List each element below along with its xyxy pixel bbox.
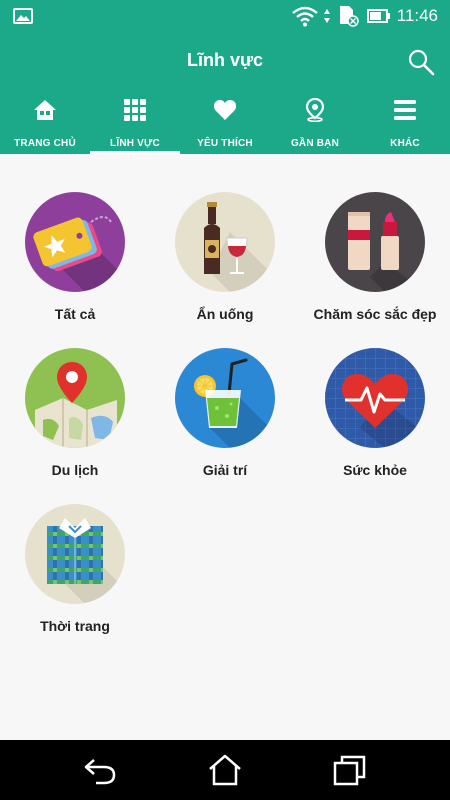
tags-icon (25, 192, 125, 292)
location-pin-icon (305, 98, 325, 122)
lipstick-icon (325, 192, 425, 292)
category-label: Tất cả (54, 306, 96, 322)
app-bar: Lĩnh vực (0, 32, 450, 90)
category-label: Ẩn uống (196, 306, 254, 322)
battery-icon (366, 9, 390, 23)
tab-nearby[interactable]: GẦN BẠN (270, 90, 360, 154)
wine-icon (175, 192, 275, 292)
tab-categories[interactable]: LĨNH VỰC (90, 90, 180, 154)
home-icon (34, 100, 56, 120)
category-label: Sức khỏe (343, 462, 407, 478)
gallery-notification-icon (13, 8, 33, 24)
tab-bar: TRANG CHỦ LĨNH VỰC YÊU THÍCH GẦN BẠN KHÁ… (0, 90, 450, 154)
category-label: Chăm sóc sắc đẹp (313, 306, 437, 322)
wifi-icon (291, 6, 318, 27)
map-pin-icon (25, 348, 125, 448)
tab-home[interactable]: TRANG CHỦ (0, 90, 90, 154)
category-label: Thời trang (40, 618, 110, 634)
recent-apps-icon[interactable] (332, 752, 368, 788)
home-nav-icon[interactable] (207, 752, 243, 788)
drink-icon (175, 348, 275, 448)
system-navigation-bar (0, 740, 450, 800)
tab-label: YÊU THÍCH (197, 138, 253, 149)
grid-icon (124, 99, 146, 121)
shirt-icon (25, 504, 125, 604)
status-bar: 11:46 (0, 0, 450, 32)
data-arrows-icon (323, 9, 330, 23)
category-label: Giải trí (202, 462, 248, 478)
search-icon[interactable] (406, 47, 436, 77)
tab-label: GẦN BẠN (290, 138, 340, 149)
status-time: 11:46 (396, 6, 438, 25)
back-icon[interactable] (82, 752, 118, 788)
category-label: Du lịch (51, 462, 99, 478)
tab-label: LĨNH VỰC (110, 138, 160, 149)
heart-icon (213, 100, 237, 120)
tab-label: TRANG CHỦ (14, 138, 76, 149)
page-title: Lĩnh vực (186, 50, 264, 70)
heartbeat-icon (325, 348, 425, 448)
sim-card-icon (339, 6, 359, 27)
category-grid: Tất cả Ẩn uống Chăm sóc sắc đẹp Du lịch … (0, 154, 450, 740)
menu-icon (394, 100, 416, 120)
tab-favorites[interactable]: YÊU THÍCH (180, 90, 270, 154)
tab-more[interactable]: KHÁC (360, 90, 450, 154)
tab-label: KHÁC (390, 138, 420, 149)
